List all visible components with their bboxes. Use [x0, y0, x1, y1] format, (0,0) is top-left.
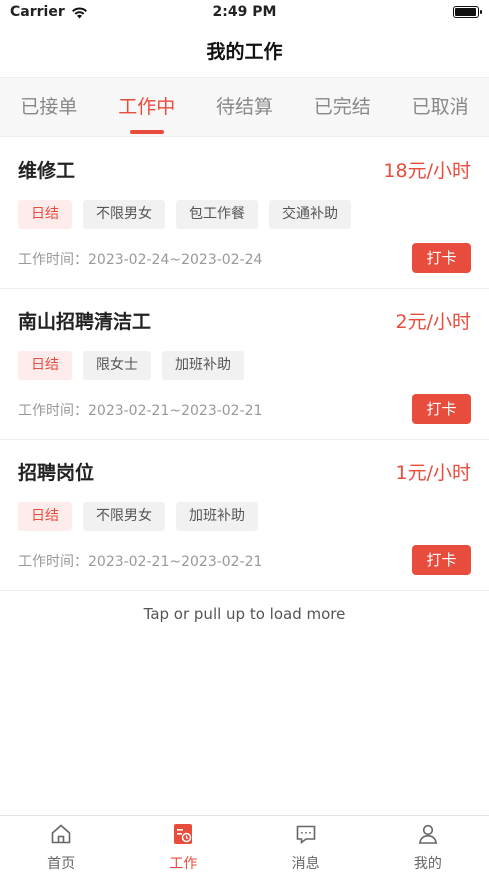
- daily-pay-badge: 日结: [18, 502, 72, 531]
- bottom-tab-bar: 首页 工作 消息 我的: [0, 815, 489, 875]
- tab-2[interactable]: 待结算: [212, 77, 277, 137]
- job-card[interactable]: 招聘岗位 1元/小时日结 不限男女 加班补助工作时间：2023-02-21~2023-…: [0, 440, 489, 591]
- job-title: 南山招聘清洁工: [18, 311, 152, 333]
- tab-1[interactable]: 工作中: [114, 77, 179, 137]
- message-icon: [294, 822, 318, 850]
- battery-icon: [453, 6, 482, 18]
- tab-bar-label: 我的: [413, 856, 442, 872]
- clock-in-button[interactable]: 打卡: [412, 545, 471, 575]
- tab-bar-label: 工作: [169, 856, 198, 872]
- tab-bar-home[interactable]: 首页: [0, 816, 122, 875]
- tag-row: 日结 限女士 加班补助: [18, 351, 244, 380]
- work-time-value: 2023-02-24~2023-02-24: [88, 252, 263, 268]
- job-salary: 1元/小时: [395, 462, 472, 484]
- job-tag: 限女士: [83, 351, 151, 380]
- tab-0[interactable]: 已接单: [16, 77, 81, 137]
- active-tab-indicator: [129, 130, 164, 134]
- status-bar: Carrier 2:49 PM: [0, 0, 489, 26]
- tab-bar-label: 消息: [291, 856, 320, 872]
- work-time-label: 工作时间：: [18, 403, 88, 419]
- clock-in-button[interactable]: 打卡: [412, 394, 471, 424]
- job-salary: 2元/小时: [395, 311, 472, 333]
- job-tag: 不限男女: [83, 502, 165, 531]
- work-time: 工作时间：2023-02-21~2023-02-21: [18, 400, 262, 420]
- tab-4[interactable]: 已取消: [408, 77, 473, 137]
- job-title: 招聘岗位: [18, 462, 95, 484]
- daily-pay-badge: 日结: [18, 200, 72, 229]
- job-card[interactable]: 南山招聘清洁工 2元/小时日结 限女士 加班补助工作时间：2023-02-21~202…: [0, 289, 489, 440]
- job-title: 维修工: [18, 160, 76, 182]
- work-time: 工作时间：2023-02-21~2023-02-21: [18, 551, 262, 571]
- daily-pay-badge: 日结: [18, 351, 72, 380]
- tab-bar-label: 首页: [47, 856, 76, 872]
- tag-row: 日结 不限男女 包工作餐 交通补助: [18, 200, 351, 229]
- tab-bar-message[interactable]: 消息: [245, 816, 367, 875]
- work-time-label: 工作时间：: [18, 252, 88, 268]
- work-time-value: 2023-02-21~2023-02-21: [88, 554, 263, 570]
- load-more-text[interactable]: Tap or pull up to load more: [0, 605, 489, 623]
- clock-time: 2:49 PM: [212, 4, 277, 20]
- profile-icon: [416, 822, 440, 850]
- job-tag: 交通补助: [269, 200, 351, 229]
- tab-bar-work[interactable]: 工作: [122, 816, 244, 875]
- job-salary: 18元/小时: [383, 160, 471, 182]
- home-icon: [49, 822, 73, 850]
- job-tag: 不限男女: [83, 200, 165, 229]
- work-time: 工作时间：2023-02-24~2023-02-24: [18, 249, 262, 269]
- tab-3[interactable]: 已完结: [310, 77, 375, 137]
- tab-bar-profile[interactable]: 我的: [367, 816, 489, 875]
- tag-row: 日结 不限男女 加班补助: [18, 502, 258, 531]
- job-tag: 加班补助: [162, 351, 244, 380]
- status-tabs: 已接单 工作中 待结算 已完结 已取消: [0, 77, 489, 137]
- job-card[interactable]: 维修工 18元/小时 日结 不限男女 包工作餐 交通补助 工作时间：2023-02-24~2…: [0, 138, 489, 289]
- work-time-label: 工作时间：: [18, 554, 88, 570]
- job-tag: 加班补助: [176, 502, 258, 531]
- job-list: 维修工 18元/小时 日结 不限男女 包工作餐 交通补助 工作时间：2023-02-24~2…: [0, 138, 489, 591]
- work-icon: [171, 822, 195, 850]
- job-tag: 包工作餐: [176, 200, 258, 229]
- battery-fill: [455, 8, 476, 16]
- clock-in-button[interactable]: 打卡: [412, 243, 471, 273]
- page-title: 我的工作: [206, 41, 283, 63]
- work-time-value: 2023-02-21~2023-02-21: [88, 403, 263, 419]
